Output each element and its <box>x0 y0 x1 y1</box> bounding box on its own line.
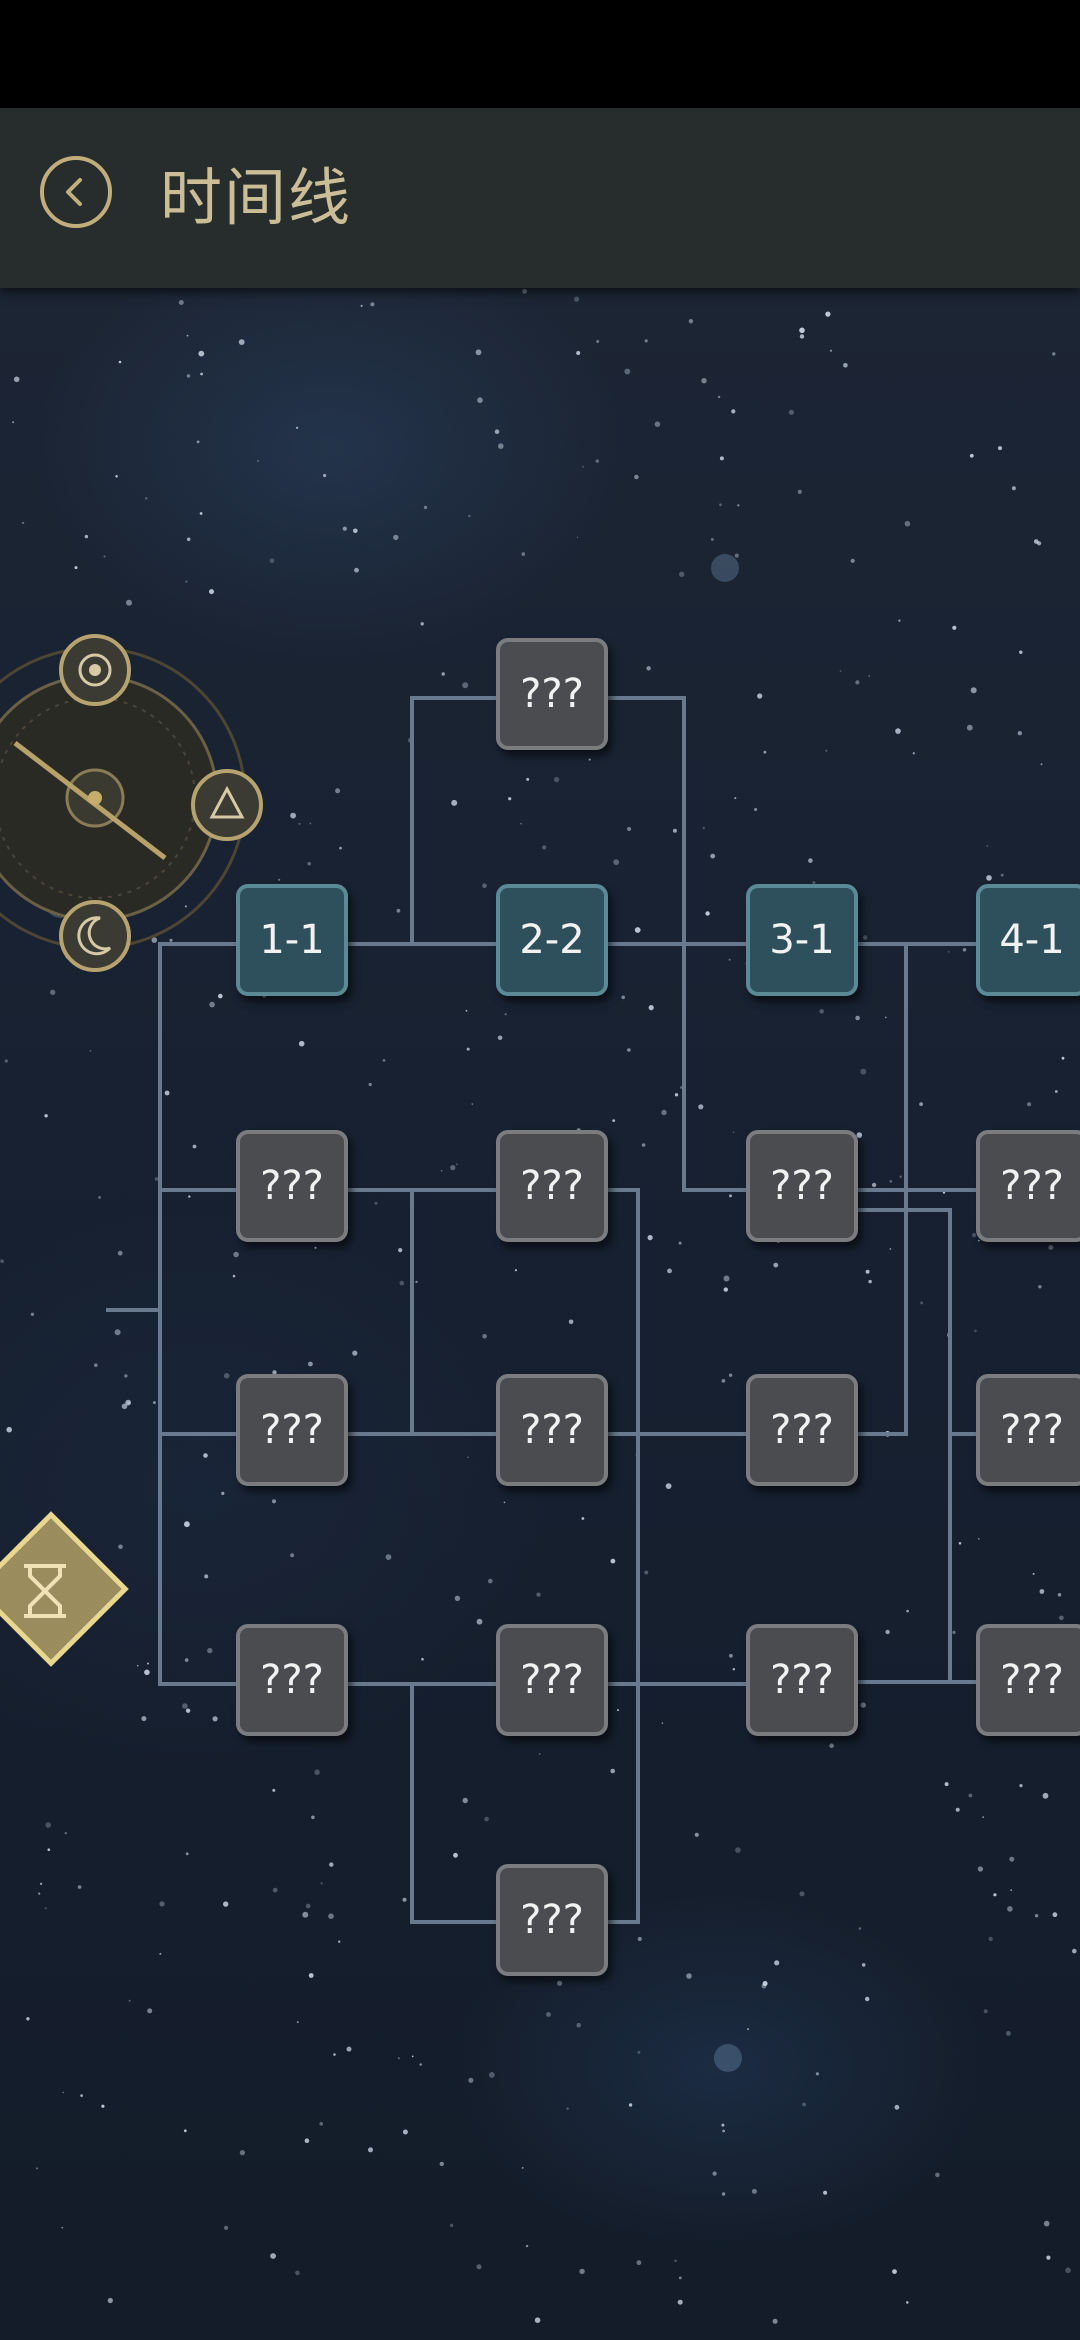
moon-icon[interactable] <box>59 900 131 972</box>
status-bar <box>0 0 1080 108</box>
timeline-node[interactable]: ??? <box>976 1130 1080 1242</box>
timeline-node[interactable]: ??? <box>496 1864 608 1976</box>
timeline-node[interactable]: ??? <box>236 1624 348 1736</box>
compass-widget[interactable] <box>0 618 270 978</box>
timeline-node[interactable]: ??? <box>236 1374 348 1486</box>
triangle-icon[interactable] <box>191 769 263 841</box>
timeline-node[interactable]: ??? <box>496 638 608 750</box>
back-button[interactable] <box>40 156 112 228</box>
timeline-node[interactable]: ??? <box>976 1624 1080 1736</box>
timeline-node[interactable]: ??? <box>976 1374 1080 1486</box>
page-title: 时间线 <box>160 161 353 234</box>
timeline-node[interactable]: 1-1 <box>236 884 348 996</box>
timeline-canvas[interactable]: ??? 1-1 2-2 3-1 4-1 ??? ??? ??? ??? ??? … <box>0 288 1080 2340</box>
timeline-connections <box>106 696 976 1924</box>
timeline-node[interactable]: ??? <box>746 1130 858 1242</box>
timeline-node[interactable]: ??? <box>496 1130 608 1242</box>
timeline-node[interactable]: 2-2 <box>496 884 608 996</box>
timeline-node[interactable]: 4-1 <box>976 884 1080 996</box>
chevron-left-icon <box>66 178 82 206</box>
timeline-node[interactable]: ??? <box>236 1130 348 1242</box>
timeline-node[interactable]: 3-1 <box>746 884 858 996</box>
timeline-node[interactable]: ??? <box>496 1624 608 1736</box>
app-header: 时间线 <box>0 108 1080 288</box>
timeline-node[interactable]: ??? <box>496 1374 608 1486</box>
target-icon[interactable] <box>59 634 131 706</box>
timeline-node[interactable]: ??? <box>746 1374 858 1486</box>
hourglass-icon <box>24 1564 66 1618</box>
timeline-node[interactable]: ??? <box>746 1624 858 1736</box>
